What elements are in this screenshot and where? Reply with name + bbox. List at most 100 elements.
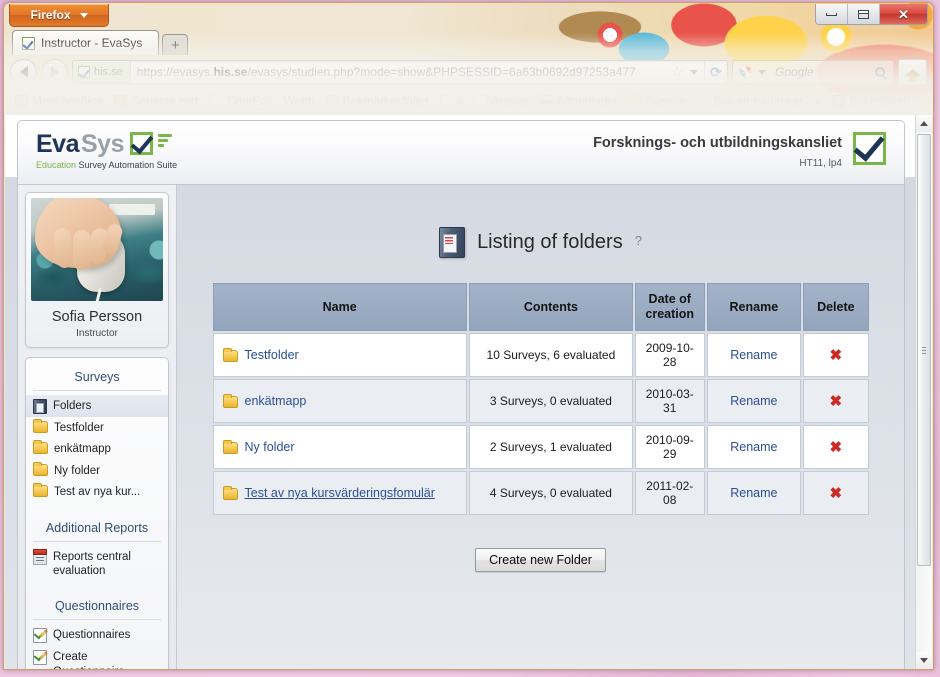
bookmark-item[interactable]: Ansvar xyxy=(470,92,534,110)
organisation-name: Forsknings- och utbildningskansliet xyxy=(593,135,842,151)
forward-button[interactable] xyxy=(41,59,68,85)
sidebar-item-testfolder[interactable]: Testfolder xyxy=(26,417,168,438)
sidebar-item-label: Testfolder xyxy=(54,422,104,434)
table-row: Testfolder 10 Surveys, 6 evaluated 2009-… xyxy=(212,333,869,377)
new-tab-button[interactable]: + xyxy=(162,34,189,55)
restore-button[interactable] xyxy=(848,4,880,24)
sidebar-item-folders[interactable]: Folders xyxy=(26,395,168,417)
page-scrollbar[interactable] xyxy=(915,115,932,669)
scroll-down-button[interactable] xyxy=(916,652,932,669)
folder-icon xyxy=(33,483,48,498)
folder-link[interactable]: Test av nya kursvärderingsfomulär xyxy=(245,486,435,500)
firefox-app-menu-button[interactable]: Firefox xyxy=(9,4,109,27)
cell-date: 2009-10-28 xyxy=(634,333,705,377)
tagline-green: Education xyxy=(36,160,77,170)
home-button[interactable] xyxy=(898,59,927,85)
minimize-button[interactable] xyxy=(816,4,848,24)
cell-rename: Rename xyxy=(706,425,802,469)
bookmarks-overflow-button[interactable]: » xyxy=(810,92,827,110)
organisation-block: Forsknings- och utbildningskansliet HT11… xyxy=(593,132,886,169)
folder-icon xyxy=(628,94,642,108)
finger-graphic xyxy=(72,229,91,271)
site-identity-label: his.se xyxy=(94,66,123,78)
delete-icon[interactable]: ✖ xyxy=(830,394,843,409)
cell-delete: ✖ xyxy=(803,471,869,515)
scroll-up-button[interactable] xyxy=(916,115,932,132)
table-row: Ny folder 2 Surveys, 1 evaluated 2010-09… xyxy=(212,425,869,469)
sidebar-item-create-questionnaire[interactable]: Create Questionnaire xyxy=(26,646,168,669)
logo-tagline: Education Survey Automation Suite xyxy=(36,160,177,170)
create-new-folder-button[interactable]: Create new Folder xyxy=(475,548,606,572)
app-body: Sofia Persson Instructor Surveys Folders xyxy=(18,185,904,669)
bookmark-item[interactable]: System xyxy=(624,92,691,110)
site-identity-button[interactable]: his.se xyxy=(73,61,131,83)
delete-icon[interactable]: ✖ xyxy=(830,348,843,363)
bookmark-item[interactable]: # xyxy=(435,92,469,110)
search-engine-chevron-icon[interactable] xyxy=(758,69,766,75)
scrollbar-thumb[interactable] xyxy=(917,134,931,566)
column-header-rename: Rename xyxy=(706,283,802,331)
address-bar[interactable]: his.se https://evasys.his.se/evasys/stud… xyxy=(72,60,728,84)
chevron-down-icon xyxy=(920,658,928,663)
navigation-toolbar: his.se https://evasys.his.se/evasys/stud… xyxy=(4,56,933,88)
delete-icon[interactable]: ✖ xyxy=(830,440,843,455)
bookmark-label: System xyxy=(645,94,686,108)
folder-link[interactable]: enkätmapp xyxy=(245,394,307,408)
folder-link[interactable]: Ny folder xyxy=(245,440,295,454)
chevron-down-icon[interactable] xyxy=(690,69,698,75)
bookmark-item[interactable]: Bokmärkesfältet xyxy=(321,92,434,110)
bookmark-item[interactable]: TimeEdit - Webb xyxy=(204,92,320,110)
forward-arrow-icon xyxy=(50,66,59,78)
sidebar-item-enkatmapp[interactable]: enkätmapp xyxy=(26,438,168,459)
main-content: Listing of folders ? Name Contents Date … xyxy=(177,185,904,669)
user-card: Sofia Persson Instructor xyxy=(25,192,169,348)
back-button[interactable] xyxy=(10,59,37,85)
help-icon[interactable]: ? xyxy=(635,233,642,248)
column-header-contents: Contents xyxy=(468,283,633,331)
rename-link[interactable]: Rename xyxy=(730,348,777,362)
close-button[interactable]: ✕ xyxy=(880,4,927,24)
url-input[interactable]: https://evasys.his.se/evasys/studien.php… xyxy=(131,65,667,79)
logo-wordmark: Eva Sys xyxy=(36,132,177,157)
tab-instructor-evasys[interactable]: Instructor - EvaSys xyxy=(12,30,160,55)
reload-button[interactable]: ⟳ xyxy=(704,61,727,83)
delete-icon[interactable]: ✖ xyxy=(830,486,843,501)
google-icon xyxy=(739,65,752,79)
folder-icon xyxy=(222,393,238,408)
folder-icon xyxy=(696,94,710,108)
sidebar-item-ny-folder[interactable]: Ny folder xyxy=(26,460,168,481)
page-title: Listing of folders xyxy=(477,231,623,253)
bookmark-label: TimeEdit - Webb xyxy=(226,94,315,108)
chevron-up-icon xyxy=(920,121,928,126)
sidebar-item-reports-central-evaluation[interactable]: Reports central evaluation xyxy=(26,546,168,582)
folder-link[interactable]: Testfolder xyxy=(245,348,299,362)
bookmark-item[interactable]: Aftonbladet xyxy=(535,92,623,110)
folders-table-wrapper: Name Contents Date of creation Rename De… xyxy=(211,281,871,517)
bookmark-item[interactable]: Mest besökta xyxy=(10,92,108,110)
minimize-icon xyxy=(826,12,837,16)
rename-link[interactable]: Rename xyxy=(730,440,777,454)
table-header-row: Name Contents Date of creation Rename De… xyxy=(212,283,869,331)
sidebar-item-questionnaires[interactable]: Questionnaires xyxy=(26,624,168,646)
folders-table: Name Contents Date of creation Rename De… xyxy=(211,281,871,517)
search-input[interactable]: Google xyxy=(772,65,875,79)
rename-link[interactable]: Rename xyxy=(730,394,777,408)
bookmark-item[interactable]: Bra-att-ha-länkar xyxy=(692,92,809,110)
bookmark-label: Bra-att-ha-länkar xyxy=(713,94,804,108)
cell-name: Testfolder xyxy=(212,333,467,377)
sidebar-item-test-av-nya-kur[interactable]: Test av nya kur... xyxy=(26,481,168,502)
rename-link[interactable]: Rename xyxy=(730,486,777,500)
page-header: Listing of folders ? xyxy=(177,227,904,258)
cell-name: enkätmapp xyxy=(212,379,467,423)
bookmarks-menu-button[interactable]: Bokmärken xyxy=(827,92,915,110)
create-questionnaire-icon xyxy=(33,650,47,666)
sidebar-item-label: Questionnaires xyxy=(53,629,131,642)
cell-date: 2011-02-08 xyxy=(634,471,705,515)
bookmark-star-icon[interactable]: ☆ xyxy=(667,63,688,81)
search-bar[interactable]: Google xyxy=(732,60,894,84)
bookmark-label: Bokmärkesfältet xyxy=(342,94,429,108)
bookmark-item[interactable]: Senaste nytt xyxy=(109,92,203,110)
aftonbladet-icon xyxy=(539,94,553,108)
sidebar-item-label: Reports central evaluation xyxy=(53,550,131,577)
search-icon[interactable] xyxy=(875,67,885,77)
